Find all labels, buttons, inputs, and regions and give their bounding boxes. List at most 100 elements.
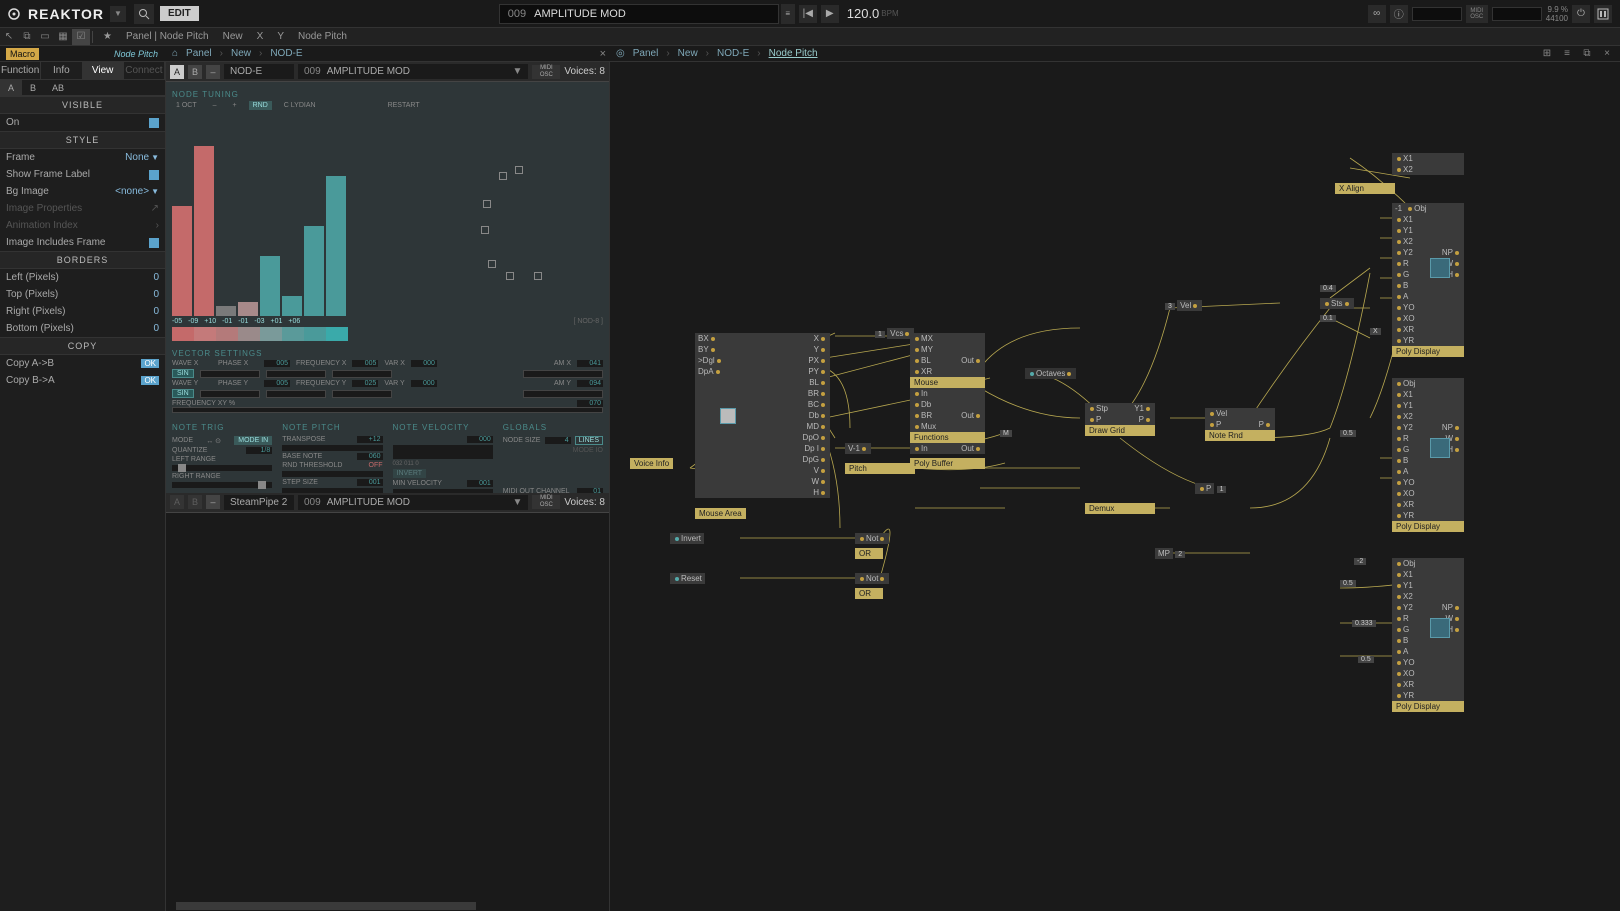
reset-input[interactable]: Reset [670, 573, 705, 584]
or-module-1[interactable]: OR [855, 548, 883, 559]
pitch-module[interactable]: Pitch [845, 463, 915, 474]
p-const[interactable]: P 1 [1195, 483, 1226, 494]
bar-2[interactable] [194, 146, 214, 316]
mouse-params-module[interactable]: BXX BYY >DglPX DpAPY BL BR BC Db MD DpO … [695, 333, 830, 498]
panel-a-button[interactable]: A [170, 65, 184, 79]
noternd-module[interactable]: Vel PP Note Rnd [1205, 408, 1275, 441]
invert-input[interactable]: Invert [670, 533, 704, 544]
bar-5[interactable] [260, 256, 280, 316]
preset-dropdown-icon[interactable]: ≡ [781, 4, 795, 24]
tab-y[interactable]: Y [277, 31, 284, 42]
octaves-module[interactable]: Octaves [1025, 368, 1076, 379]
curve-point[interactable] [488, 260, 496, 268]
star-icon[interactable]: ★ [103, 31, 112, 42]
drawgrid-module[interactable]: StpY1 PP Draw Grid [1085, 403, 1155, 436]
footer-a-button[interactable]: A [170, 495, 184, 509]
footer-instr-name[interactable]: SteamPipe 2 [224, 495, 294, 510]
crumb-new-r[interactable]: New [678, 48, 698, 59]
cursor-icon-module[interactable] [720, 408, 736, 424]
mouse-area-module[interactable]: Mouse Area [695, 508, 746, 519]
checkbox-img-includes-frame[interactable] [149, 238, 159, 248]
bar-6[interactable] [282, 296, 302, 316]
checkbox-show-frame-label[interactable] [149, 170, 159, 180]
panel-b-icon[interactable]: ▦ [54, 29, 72, 45]
scale-label[interactable]: C LYDIAN [280, 101, 320, 110]
midi-osc-box[interactable]: MIDIOSC [532, 65, 560, 79]
oct-range[interactable]: 1 OCT [172, 101, 201, 110]
check-icon[interactable]: ☑ [72, 29, 90, 45]
vcs-const[interactable]: 1 Vcs [875, 328, 914, 339]
not-module-2[interactable]: Not [855, 573, 889, 584]
structure-view[interactable]: Voice Info BXX BYY >DglPX DpAPY BL BR BC… [610, 62, 1620, 911]
panel-scrollbar[interactable] [170, 901, 606, 911]
p01-const[interactable]: 0.1 [1320, 313, 1336, 322]
minus-button[interactable]: – [206, 65, 220, 79]
demux-module[interactable]: Demux [1085, 503, 1155, 514]
polydisplay-1[interactable]: X1 X2 [1392, 153, 1464, 175]
crumb-nodepitch-r[interactable]: Node Pitch [769, 48, 818, 59]
lock-icon[interactable]: ⧉ [1578, 46, 1596, 62]
bar-8[interactable] [326, 176, 346, 316]
tab-function[interactable]: Function [0, 62, 41, 79]
subtab-ab[interactable]: AB [44, 80, 72, 95]
p333-const[interactable]: 0.333 [1352, 618, 1376, 627]
link-icon[interactable]: ∞ [1368, 5, 1386, 23]
hi-box-2[interactable] [1430, 438, 1450, 458]
subtab-b[interactable]: B [22, 80, 44, 95]
sin-y-button[interactable]: SIN [172, 389, 194, 398]
sin-x-button[interactable]: SIN [172, 369, 194, 378]
panel-a-icon[interactable]: ▭ [36, 29, 54, 45]
checkbox-on[interactable] [149, 118, 159, 128]
tab-info[interactable]: Info [41, 62, 82, 79]
sts-module[interactable]: Sts [1320, 298, 1354, 309]
mouse-module[interactable]: MX MY BLOut XR Mouse In Db BROut Mux Fun… [910, 333, 985, 469]
panel-b-button[interactable]: B [188, 65, 202, 79]
p05-const-2[interactable]: 0.5 [1340, 578, 1356, 587]
vel-const[interactable]: 3 Vel [1165, 300, 1202, 311]
xalign-module[interactable]: X Align [1335, 183, 1395, 194]
crumb-node-r[interactable]: NOD-E [717, 48, 749, 59]
tab-panel[interactable]: Panel | Node Pitch [126, 31, 209, 42]
ni-logo-icon[interactable] [1594, 5, 1612, 23]
play-button[interactable]: ▶ [821, 5, 839, 23]
curve-point[interactable] [483, 200, 491, 208]
close-panel-icon[interactable]: × [600, 48, 606, 60]
crumb-new[interactable]: New [231, 48, 251, 59]
bar-1[interactable] [172, 206, 192, 316]
curve-point[interactable] [515, 166, 523, 174]
m-const[interactable]: M [1000, 428, 1012, 437]
app-menu-dropdown[interactable]: ▼ [110, 6, 126, 22]
color-palette[interactable] [172, 327, 603, 341]
curve-point[interactable] [481, 226, 489, 234]
rnd-button[interactable]: RND [249, 101, 272, 110]
bar-7[interactable] [304, 226, 324, 316]
polydisplay-4[interactable]: Obj X1 Y1 X2 Y2NP RW GH B A YO XO XR YR … [1392, 558, 1464, 712]
tab-view[interactable]: View [83, 62, 124, 79]
cursor-tool-icon[interactable]: ↖ [0, 29, 18, 45]
tuning-chart[interactable] [172, 116, 603, 316]
subtab-a[interactable]: A [0, 80, 22, 95]
footer-b-button[interactable]: B [188, 495, 202, 509]
tab-x[interactable]: X [257, 31, 264, 42]
edit-mode-button[interactable]: EDIT [160, 6, 199, 21]
copy-ab-button[interactable]: OK [141, 359, 159, 368]
curve-point[interactable] [506, 272, 514, 280]
restart-label[interactable]: RESTART [388, 102, 420, 109]
minus2-const[interactable]: -2 [1354, 556, 1366, 565]
not-module-1[interactable]: Not [855, 533, 889, 544]
polydisplay-2[interactable]: -1Obj X1 Y1 X2 Y2NP RW GH B A YO XO XR Y… [1392, 203, 1464, 357]
copy-ba-button[interactable]: OK [141, 376, 159, 385]
bar-4[interactable] [238, 302, 258, 316]
v1-label[interactable]: V-1 [845, 443, 871, 454]
search-button[interactable] [134, 4, 154, 24]
home-icon[interactable]: ⌂ [172, 48, 178, 59]
hi-box-1[interactable] [1430, 258, 1450, 278]
crumb-node[interactable]: NOD-E [270, 48, 302, 59]
crumb-panel-r[interactable]: Panel [633, 48, 659, 59]
midi-osc-indicator[interactable]: MIDI OSC [1466, 5, 1488, 23]
view-grid-icon[interactable]: ⊞ [1538, 46, 1556, 62]
footer-preset[interactable]: 009 AMPLITUDE MOD ▼ [298, 495, 528, 510]
mp-const[interactable]: MP 2 [1155, 548, 1185, 559]
p05-const-1[interactable]: 0.5 [1340, 428, 1356, 437]
rewind-button[interactable]: |◀ [799, 5, 817, 23]
